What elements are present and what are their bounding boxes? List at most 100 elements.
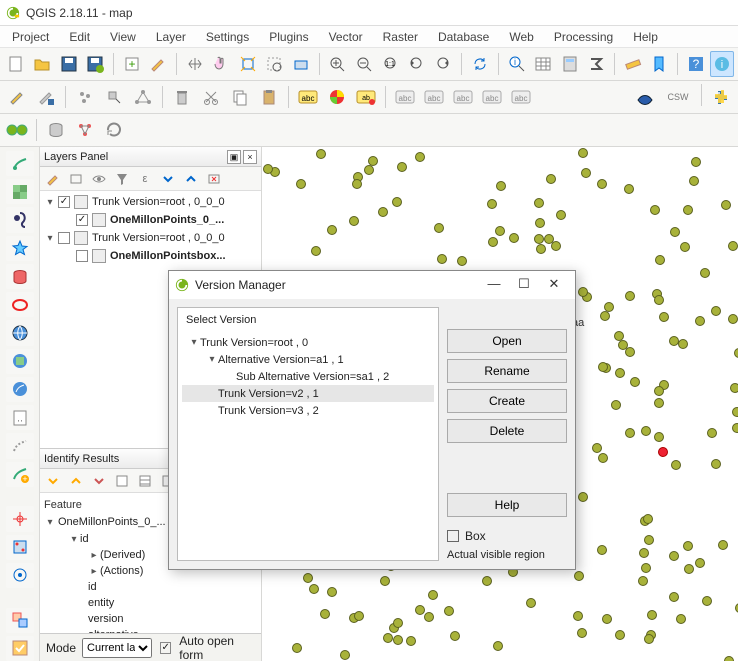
identify-tree-button[interactable] [134,470,156,492]
layer-checkbox[interactable] [58,196,70,208]
version-row[interactable]: ▾Trunk Version=root , 0 [182,334,434,351]
open-button[interactable]: Open [447,329,567,353]
add-csv-button[interactable]: , , [6,405,34,430]
identify-form-button[interactable] [111,470,133,492]
save-as-button[interactable] [84,51,108,77]
layers-panel-header[interactable]: Layers Panel ▣ × [40,147,261,167]
layer-collapse-button[interactable] [180,168,202,190]
label-show-button[interactable]: abc [421,84,447,110]
db-manager-button[interactable] [43,117,69,143]
dialog-tree[interactable]: ▾Trunk Version=root , 0▾Alternative Vers… [178,332,438,560]
help-button[interactable]: Help [447,493,567,517]
open-project-button[interactable] [31,51,55,77]
menu-processing[interactable]: Processing [546,28,621,46]
create-button[interactable]: Create [447,389,567,413]
add-wfs-button[interactable] [6,377,34,402]
auto-open-checkbox[interactable] [160,642,171,654]
layer-row[interactable]: ▾Trunk Version=root , 0_0_0 [40,193,261,211]
new-project-button[interactable] [4,51,28,77]
menu-raster[interactable]: Raster [375,28,426,46]
gps-button[interactable] [6,563,34,588]
version-row[interactable]: Trunk Version=v3 , 2 [182,402,434,419]
dialog-titlebar[interactable]: Version Manager — ☐ ✕ [169,271,575,299]
processing-history-button[interactable] [101,117,127,143]
undock-icon[interactable]: ▣ [227,150,241,164]
layer-row[interactable]: OneMillonPointsbox... [40,247,261,265]
metasearch-button[interactable] [632,84,658,110]
zoom-full-button[interactable] [236,51,260,77]
add-raster-button[interactable] [6,179,34,204]
topology-checker-button[interactable] [6,608,34,633]
new-shapefile-button[interactable]: + [6,462,34,487]
python-console-button[interactable] [708,84,734,110]
menu-web[interactable]: Web [501,28,541,46]
rename-button[interactable]: Rename [447,359,567,383]
menu-edit[interactable]: Edit [61,28,98,46]
checker-button[interactable] [6,636,34,661]
label-diagram-button[interactable] [324,84,350,110]
label-move-button[interactable]: abc [450,84,476,110]
layer-styling-button[interactable] [147,51,171,77]
attribute-table-button[interactable] [531,51,555,77]
delete-selected-button[interactable] [169,84,195,110]
field-calc-button[interactable] [558,51,582,77]
pan-selection-button[interactable] [210,51,234,77]
layer-remove-button[interactable] [203,168,225,190]
layer-row[interactable]: OneMillonPoints_0_... [40,211,261,229]
add-oracle-button[interactable] [6,292,34,317]
layer-checkbox[interactable] [76,214,88,226]
close-icon[interactable]: ✕ [539,275,569,295]
close-icon[interactable]: × [243,150,257,164]
menu-view[interactable]: View [102,28,144,46]
label-pin-button[interactable]: abc [392,84,418,110]
pan-button[interactable] [183,51,207,77]
label-rotate-button[interactable]: abc [479,84,505,110]
move-feature-button[interactable] [101,84,127,110]
minimize-icon[interactable]: — [479,275,509,295]
measure-button[interactable] [621,51,645,77]
add-virtual-button[interactable] [6,433,34,458]
coord-capture-button[interactable] [6,506,34,531]
version-row[interactable]: Trunk Version=v2 , 1 [182,385,434,402]
add-vector-button[interactable] [6,151,34,176]
menu-help[interactable]: Help [625,28,666,46]
add-spatialite-button[interactable] [6,236,34,261]
menu-project[interactable]: Project [4,28,57,46]
copy-button[interactable] [227,84,253,110]
statistics-button[interactable] [584,51,608,77]
layer-expand-button[interactable] [157,168,179,190]
layer-expression-button[interactable]: ε [134,168,156,190]
menu-vector[interactable]: Vector [321,28,371,46]
delete-button[interactable]: Delete [447,419,567,443]
label-highlight-button[interactable]: ab [353,84,379,110]
georeferencer-button[interactable] [6,535,34,560]
node-tool-button[interactable] [130,84,156,110]
save-edits-button[interactable] [33,84,59,110]
zoom-selection-button[interactable] [263,51,287,77]
mode-select[interactable]: Current la [82,638,152,658]
label-abc-button[interactable]: abc [295,84,321,110]
layer-filter-button[interactable] [111,168,133,190]
layer-visibility-button[interactable] [88,168,110,190]
toggle-edit-button[interactable] [4,84,30,110]
paste-button[interactable] [256,84,282,110]
identify-collapse-button[interactable] [65,470,87,492]
layer-add-group-button[interactable] [65,168,87,190]
help-contents-button[interactable]: ? [684,51,708,77]
cut-button[interactable] [198,84,224,110]
menu-plugins[interactable]: Plugins [261,28,316,46]
layer-checkbox[interactable] [76,250,88,262]
versioning-plugin-button[interactable] [4,117,30,143]
label-change-button[interactable]: abc [508,84,534,110]
maximize-icon[interactable]: ☐ [509,275,539,295]
add-mssql-button[interactable] [6,264,34,289]
add-postgis-button[interactable] [6,207,34,232]
version-row[interactable]: Sub Alternative Version=sa1 , 2 [182,368,434,385]
version-row[interactable]: ▾Alternative Version=a1 , 1 [182,351,434,368]
menu-settings[interactable]: Settings [198,28,257,46]
save-button[interactable] [57,51,81,77]
box-checkbox[interactable] [447,530,459,542]
zoom-last-button[interactable] [405,51,429,77]
add-wms-button[interactable] [6,320,34,345]
refresh-button[interactable] [468,51,492,77]
